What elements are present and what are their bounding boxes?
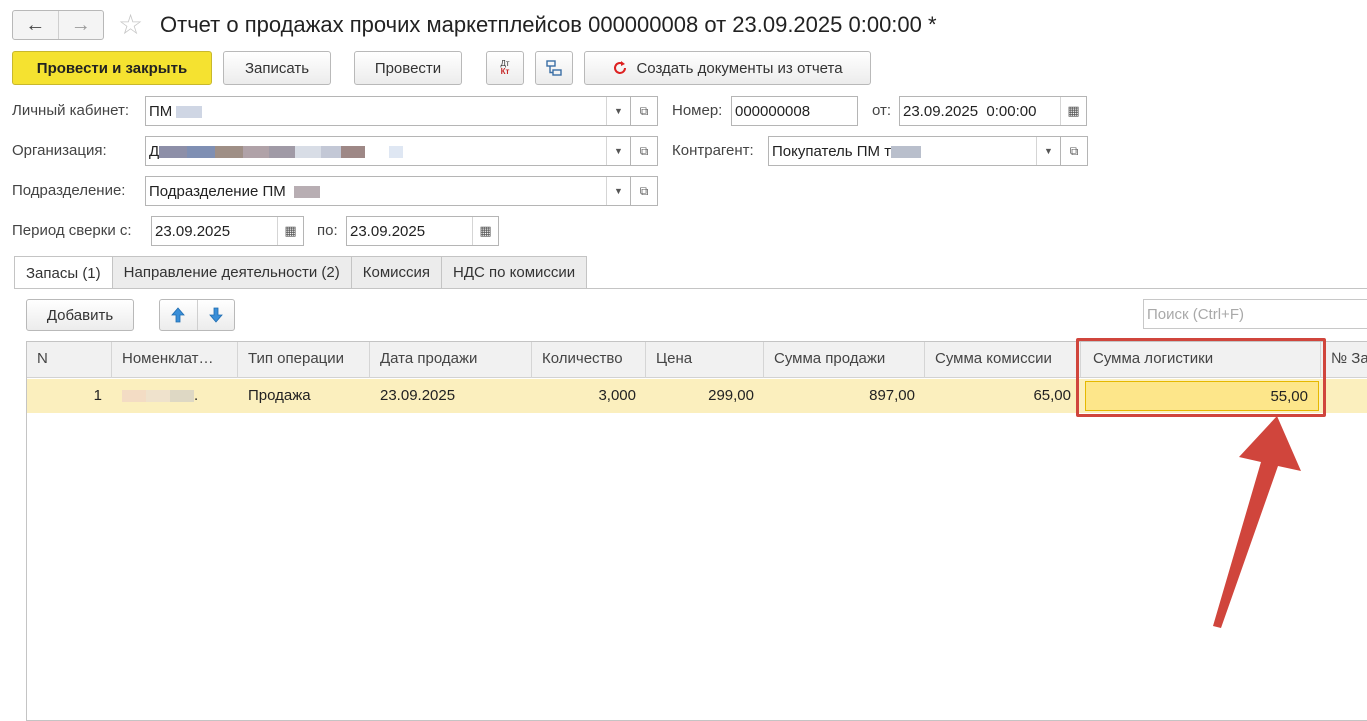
- counterparty-label: Контрагент:: [672, 142, 754, 159]
- tab-stock[interactable]: Запасы (1): [14, 256, 113, 289]
- create-documents-button[interactable]: Создать документы из отчета: [584, 51, 871, 85]
- account-label: Личный кабинет:: [12, 102, 130, 119]
- annotation-arrow-icon: [1213, 416, 1301, 628]
- tab-commission-vat[interactable]: НДС по комиссии: [441, 256, 588, 288]
- cell-price: 299,00: [708, 387, 754, 404]
- calendar-icon[interactable]: ▦: [1060, 97, 1086, 125]
- dropdown-arrow-icon[interactable]: ▼: [606, 97, 630, 125]
- open-icon[interactable]: ⧉: [630, 176, 658, 206]
- col-sale-date[interactable]: Дата продажи: [370, 342, 532, 378]
- tab-divider: [14, 288, 1367, 289]
- counterparty-value: Покупатель ПМ т: [772, 143, 1036, 160]
- number-value: 000000008: [735, 102, 811, 120]
- organization-field[interactable]: Д ▼: [145, 136, 631, 166]
- add-button[interactable]: Добавить: [26, 299, 134, 331]
- date-field[interactable]: 23.09.2025 0:00:00 ▦: [899, 96, 1087, 126]
- col-commission-amount[interactable]: Сумма комиссии: [925, 342, 1081, 378]
- period-from-field[interactable]: 23.09.2025 ▦: [151, 216, 304, 246]
- dt-kt-button[interactable]: Дт Кт: [486, 51, 524, 85]
- cell-sale-date: 23.09.2025: [380, 387, 456, 404]
- page-title: Отчет о продажах прочих маркетплейсов 00…: [160, 12, 937, 37]
- forward-arrow-icon[interactable]: →: [57, 11, 104, 39]
- organization-value: Д: [149, 143, 606, 160]
- tab-bar: Запасы (1) Направление деятельности (2) …: [14, 256, 588, 289]
- dropdown-arrow-icon[interactable]: ▼: [606, 177, 630, 205]
- col-price[interactable]: Цена: [646, 342, 764, 378]
- col-nomenclature[interactable]: Номенклат…: [112, 342, 238, 378]
- col-n[interactable]: N: [27, 342, 112, 378]
- dropdown-arrow-icon[interactable]: ▼: [606, 137, 630, 165]
- account-value: ПМ: [149, 103, 606, 120]
- date-label: от:: [872, 102, 892, 119]
- division-label: Подразделение:: [12, 182, 126, 199]
- period-from-value: 23.09.2025: [155, 222, 231, 240]
- division-field[interactable]: Подразделение ПМ ▼: [145, 176, 631, 206]
- move-up-icon[interactable]: [160, 300, 198, 330]
- dropdown-arrow-icon[interactable]: ▼: [1036, 137, 1060, 165]
- open-icon[interactable]: ⧉: [1060, 136, 1088, 166]
- search-input[interactable]: Поиск (Ctrl+F): [1143, 299, 1367, 329]
- kt-label: Кт: [500, 67, 510, 76]
- post-and-close-button[interactable]: Провести и закрыть: [12, 51, 212, 85]
- col-operation-type[interactable]: Тип операции: [238, 342, 370, 378]
- cell-n: 1: [93, 387, 102, 404]
- counterparty-field[interactable]: Покупатель ПМ т ▼: [768, 136, 1061, 166]
- number-label: Номер:: [672, 102, 723, 119]
- open-icon[interactable]: ⧉: [630, 136, 658, 166]
- favorite-star-icon[interactable]: ☆: [118, 8, 143, 42]
- tab-commission[interactable]: Комиссия: [350, 256, 443, 288]
- period-to-field[interactable]: 23.09.2025 ▦: [346, 216, 499, 246]
- cell-sale-amount: 897,00: [869, 387, 915, 404]
- tab-activity-direction[interactable]: Направление деятельности (2): [111, 256, 352, 288]
- save-button[interactable]: Записать: [223, 51, 331, 85]
- cell-commission-amount: 65,00: [1033, 387, 1071, 404]
- date-value: 23.09.2025 0:00:00: [903, 102, 1037, 120]
- cell-operation-type: Продажа: [248, 387, 311, 404]
- history-nav: ← →: [12, 10, 104, 40]
- col-order-number[interactable]: № За: [1321, 342, 1367, 378]
- col-quantity[interactable]: Количество: [532, 342, 646, 378]
- organization-label: Организация:: [12, 142, 107, 159]
- number-field[interactable]: 000000008: [731, 96, 858, 126]
- hierarchy-icon: [546, 60, 562, 76]
- annotation-highlight-box: [1076, 338, 1326, 417]
- calendar-icon[interactable]: ▦: [472, 217, 498, 245]
- cell-nomenclature: .: [112, 379, 238, 413]
- move-buttons: [159, 299, 235, 331]
- move-down-icon[interactable]: [198, 300, 235, 330]
- period-label: Период сверки с:: [12, 222, 132, 239]
- structure-button[interactable]: [535, 51, 573, 85]
- back-arrow-icon[interactable]: ←: [13, 11, 58, 39]
- post-button[interactable]: Провести: [354, 51, 462, 85]
- create-documents-label: Создать документы из отчета: [636, 59, 843, 77]
- col-sale-amount[interactable]: Сумма продажи: [764, 342, 925, 378]
- refresh-icon: [614, 61, 627, 74]
- open-icon[interactable]: ⧉: [630, 96, 658, 126]
- cell-quantity: 3,000: [598, 387, 636, 404]
- period-to-value: 23.09.2025: [350, 222, 426, 240]
- period-to-label: по:: [317, 222, 338, 239]
- calendar-icon[interactable]: ▦: [277, 217, 303, 245]
- dt-kt-icon: Дт Кт: [500, 60, 509, 76]
- cell-nomenclature-value: .: [194, 387, 199, 404]
- account-field[interactable]: ПМ ▼: [145, 96, 631, 126]
- division-value: Подразделение ПМ: [149, 183, 606, 200]
